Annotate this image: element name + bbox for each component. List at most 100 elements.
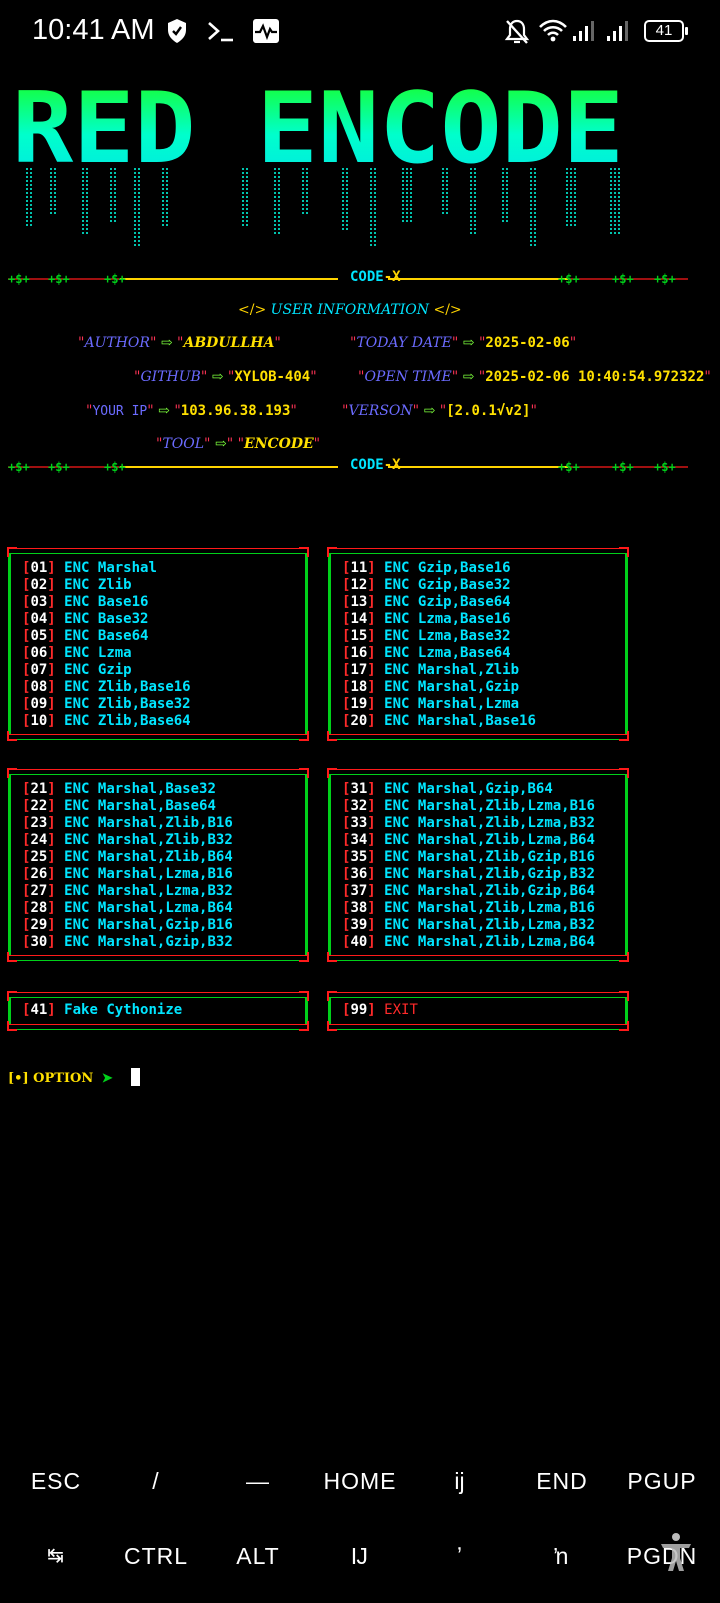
- box-corner: [619, 991, 629, 1001]
- menu-option-10[interactable]: [10] ENC Zlib,Base64: [22, 713, 191, 730]
- menu-option-25[interactable]: [25] ENC Marshal,Zlib,B64: [22, 849, 233, 866]
- key-esc[interactable]: ESC: [6, 1468, 106, 1495]
- menu-option-21[interactable]: [21] ENC Marshal,Base32: [22, 781, 233, 798]
- menu-option-number: 09: [30, 696, 48, 712]
- menu-option-19[interactable]: [19] ENC Marshal,Lzma: [342, 696, 536, 713]
- menu-option-38[interactable]: [38] ENC Marshal,Zlib,Lzma,B16: [342, 900, 595, 917]
- menu-option-label: ENC Zlib,Base16: [64, 679, 191, 695]
- menu-option-label: ENC Marshal,Zlib,Lzma,B16: [384, 900, 595, 916]
- menu-option-07[interactable]: [07] ENC Gzip: [22, 662, 191, 679]
- menu-option-16[interactable]: [16] ENC Lzma,Base64: [342, 645, 536, 662]
- separator-decoration: +$+ +$+ +$+ +$+ +$+ +$+: [8, 460, 688, 474]
- key-ctrl[interactable]: CTRL: [106, 1543, 206, 1570]
- box-corner: [619, 547, 629, 557]
- key-tab-icon[interactable]: ↹: [6, 1543, 106, 1568]
- menu-option-number: 23: [30, 815, 48, 831]
- menu-option-23[interactable]: [23] ENC Marshal,Zlib,B16: [22, 815, 233, 832]
- text-cursor[interactable]: [131, 1068, 141, 1086]
- menu-option-41[interactable]: [41] Fake Cythonize: [22, 1002, 182, 1019]
- shield-icon: [168, 19, 186, 43]
- menu-option-34[interactable]: [34] ENC Marshal,Zlib,Lzma,B64: [342, 832, 595, 849]
- separator-decoration: +$+ +$+ +$+ +$+ +$+ +$+: [8, 272, 688, 286]
- option-prompt[interactable]: [•] OPTION ➤: [8, 1068, 141, 1086]
- menu-option-09[interactable]: [09] ENC Zlib,Base32: [22, 696, 191, 713]
- key-pgup[interactable]: PGUP: [612, 1468, 712, 1495]
- menu-option-17[interactable]: [17] ENC Marshal,Zlib: [342, 662, 536, 679]
- key-slash[interactable]: /: [106, 1468, 206, 1495]
- menu-option-31[interactable]: [31] ENC Marshal,Gzip,B64: [342, 781, 595, 798]
- menu-option-number: 11: [350, 560, 368, 576]
- menu-option-27[interactable]: [27] ENC Marshal,Lzma,B32: [22, 883, 233, 900]
- menu-option-20[interactable]: [20] ENC Marshal,Base16: [342, 713, 536, 730]
- menu-option-99[interactable]: [99] EXIT: [342, 1002, 418, 1019]
- menu-option-number: 38: [350, 900, 368, 916]
- menu-option-number: 99: [350, 1002, 368, 1018]
- key-home[interactable]: HOME: [310, 1468, 410, 1495]
- menu-option-22[interactable]: [22] ENC Marshal,Base64: [22, 798, 233, 815]
- menu-option-number: 06: [30, 645, 48, 661]
- menu-option-26[interactable]: [26] ENC Marshal,Lzma,B16: [22, 866, 233, 883]
- menu-option-08[interactable]: [08] ENC Zlib,Base16: [22, 679, 191, 696]
- menu-option-29[interactable]: [29] ENC Marshal,Gzip,B16: [22, 917, 233, 934]
- menu-option-label: ENC Marshal,Base64: [64, 798, 216, 814]
- menu-option-39[interactable]: [39] ENC Marshal,Zlib,Lzma,B32: [342, 917, 595, 934]
- menu-option-label: ENC Marshal,Zlib,Lzma,B32: [384, 917, 595, 933]
- box-corner: [619, 952, 629, 962]
- menu-option-33[interactable]: [33] ENC Marshal,Zlib,Lzma,B32: [342, 815, 595, 832]
- key-apostrophe[interactable]: ʼ: [410, 1543, 510, 1570]
- separator-top: +$+ +$+ +$+ +$+ +$+ +$+ CODE-X: [8, 269, 688, 287]
- menu-option-number: 08: [30, 679, 48, 695]
- box-corner: [299, 547, 309, 557]
- menu-option-number: 24: [30, 832, 48, 848]
- menu-option-number: 15: [350, 628, 368, 644]
- menu-option-05[interactable]: [05] ENC Base64: [22, 628, 191, 645]
- menu-option-11[interactable]: [11] ENC Gzip,Base16: [342, 560, 536, 577]
- menu-option-number: 01: [30, 560, 48, 576]
- accessibility-icon[interactable]: [658, 1532, 694, 1572]
- menu-option-label: Fake Cythonize: [64, 1002, 183, 1018]
- menu-box-5: [41] Fake Cythonize: [7, 991, 309, 1031]
- menu-option-36[interactable]: [36] ENC Marshal,Zlib,Gzip,B32: [342, 866, 595, 883]
- menu-option-40[interactable]: [40] ENC Marshal,Zlib,Lzma,B64: [342, 934, 595, 951]
- key-dash[interactable]: —: [208, 1468, 308, 1495]
- menu-option-32[interactable]: [32] ENC Marshal,Zlib,Lzma,B16: [342, 798, 595, 815]
- bell-off-icon: [504, 19, 530, 44]
- menu-option-35[interactable]: [35] ENC Marshal,Zlib,Gzip,B16: [342, 849, 595, 866]
- extra-keys-row-2: ↹ CTRL ALT Ĳ ʼ ŉ PGDN: [0, 1543, 720, 1603]
- menu-option-24[interactable]: [24] ENC Marshal,Zlib,B32: [22, 832, 233, 849]
- menu-option-number: 41: [30, 1002, 48, 1018]
- menu-option-number: 34: [350, 832, 368, 848]
- svg-text:+$+: +$+: [654, 460, 676, 474]
- menu-option-37[interactable]: [37] ENC Marshal,Zlib,Gzip,B64: [342, 883, 595, 900]
- menu-option-label: ENC Marshal,Zlib,Lzma,B64: [384, 934, 595, 950]
- menu-option-04[interactable]: [04] ENC Base32: [22, 611, 191, 628]
- info-title: </> USER INFORMATION </>: [238, 302, 462, 318]
- key-ij-upper[interactable]: Ĳ: [310, 1543, 410, 1570]
- menu-option-02[interactable]: [02] ENC Zlib: [22, 577, 191, 594]
- key-n-apostrophe[interactable]: ŉ: [512, 1543, 612, 1570]
- key-ij[interactable]: ĳ: [410, 1468, 510, 1495]
- menu-option-14[interactable]: [14] ENC Lzma,Base16: [342, 611, 536, 628]
- box-corner: [7, 731, 17, 741]
- wifi-icon: [539, 19, 567, 42]
- box-corner: [299, 768, 309, 778]
- box-corner: [327, 768, 337, 778]
- menu-option-28[interactable]: [28] ENC Marshal,Lzma,B64: [22, 900, 233, 917]
- menu-option-15[interactable]: [15] ENC Lzma,Base32: [342, 628, 536, 645]
- menu-option-number: 07: [30, 662, 48, 678]
- activity-icon: [253, 19, 279, 43]
- menu-option-label: ENC Marshal,Zlib,B64: [64, 849, 233, 865]
- menu-option-01[interactable]: [01] ENC Marshal: [22, 560, 191, 577]
- key-end[interactable]: END: [512, 1468, 612, 1495]
- menu-option-number: 21: [30, 781, 48, 797]
- key-alt[interactable]: ALT: [208, 1543, 308, 1570]
- menu-option-30[interactable]: [30] ENC Marshal,Gzip,B32: [22, 934, 233, 951]
- prompt-arrow-icon: ➤: [101, 1071, 113, 1086]
- menu-option-12[interactable]: [12] ENC Gzip,Base32: [342, 577, 536, 594]
- menu-option-06[interactable]: [06] ENC Lzma: [22, 645, 191, 662]
- menu-option-18[interactable]: [18] ENC Marshal,Gzip: [342, 679, 536, 696]
- box-corner: [299, 1021, 309, 1031]
- menu-option-13[interactable]: [13] ENC Gzip,Base64: [342, 594, 536, 611]
- menu-option-03[interactable]: [03] ENC Base16: [22, 594, 191, 611]
- menu-option-label: ENC Gzip: [64, 662, 132, 678]
